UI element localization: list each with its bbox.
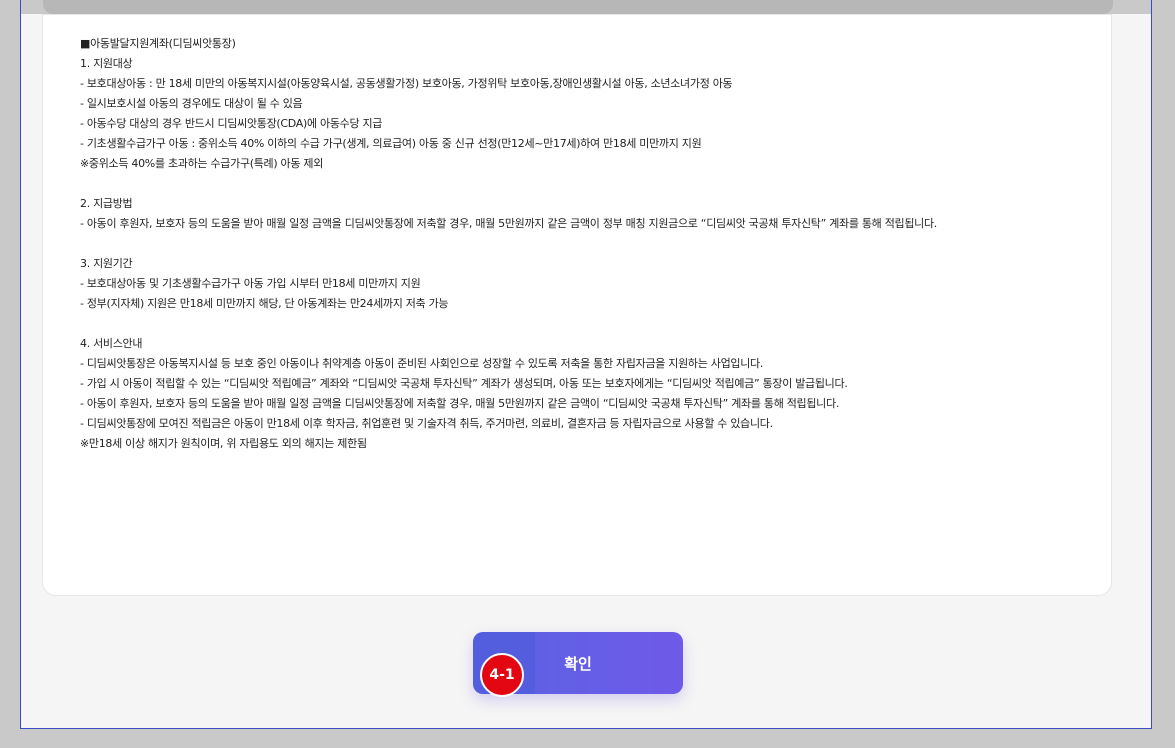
section-heading: 4. 서비스안내 (80, 337, 143, 350)
section-heading: 3. 지원기간 (80, 257, 133, 270)
section-line: - 디딤씨앗통장에 모여진 적립금은 아동이 만18세 이후 학자금, 취업훈련… (80, 417, 773, 430)
section-line: - 아동이 후원자, 보호자 등의 도움을 받아 매월 일정 금액을 디딤씨앗통… (80, 217, 937, 230)
content-title: ■아동발달지원계좌(디딤씨앗통장) (80, 37, 236, 50)
section-line: - 아동수당 대상의 경우 반드시 디딤씨앗통장(CDA)에 아동수당 지급 (80, 117, 383, 130)
top-overlay-bar (43, 0, 1113, 14)
background-bottom (0, 729, 1175, 748)
section-line: - 기초생활수급가구 아동 : 중위소득 40% 이하의 수급 가구(생계, 의… (80, 137, 702, 150)
top-overlay (20, 0, 1152, 14)
section-line: - 디딤씨앗통장은 아동복지시설 등 보호 중인 아동이나 취약계층 아동이 준… (80, 357, 764, 370)
section-note: ※만18세 이상 해지가 원칙이며, 위 자립용도 외의 해지는 제한됨 (80, 437, 367, 450)
confirm-button-label: 확인 (564, 654, 592, 673)
section-note: ※중위소득 40%를 초과하는 수급가구(특례) 아동 제외 (80, 157, 324, 170)
annotation-marker: 4-1 (480, 653, 524, 697)
section-line: - 일시보호시설 아동의 경우에도 대상이 될 수 있음 (80, 97, 303, 110)
section-line: - 아동이 후원자, 보호자 등의 도움을 받아 매월 일정 금액을 디딤씨앗통… (80, 397, 840, 410)
section-line: - 가입 시 아동이 적립할 수 있는 “디딤씨앗 적립예금” 계좌와 “디딤씨… (80, 377, 848, 390)
section-heading: 1. 지원대상 (80, 57, 133, 70)
section-line: - 보호대상아동 : 만 18세 미만의 아동복지시설(아동양육시설, 공동생활… (80, 77, 733, 90)
terms-content: ■아동발달지원계좌(디딤씨앗통장) 1. 지원대상 - 보호대상아동 : 만 1… (80, 34, 1080, 454)
section-line: - 정부(지자체) 지원은 만18세 미만까지 해당, 단 아동계좌는 만24세… (80, 297, 449, 310)
section-line: - 보호대상아동 및 기초생활수급가구 아동 가입 시부터 만18세 미만까지 … (80, 277, 421, 290)
section-heading: 2. 지급방법 (80, 197, 133, 210)
